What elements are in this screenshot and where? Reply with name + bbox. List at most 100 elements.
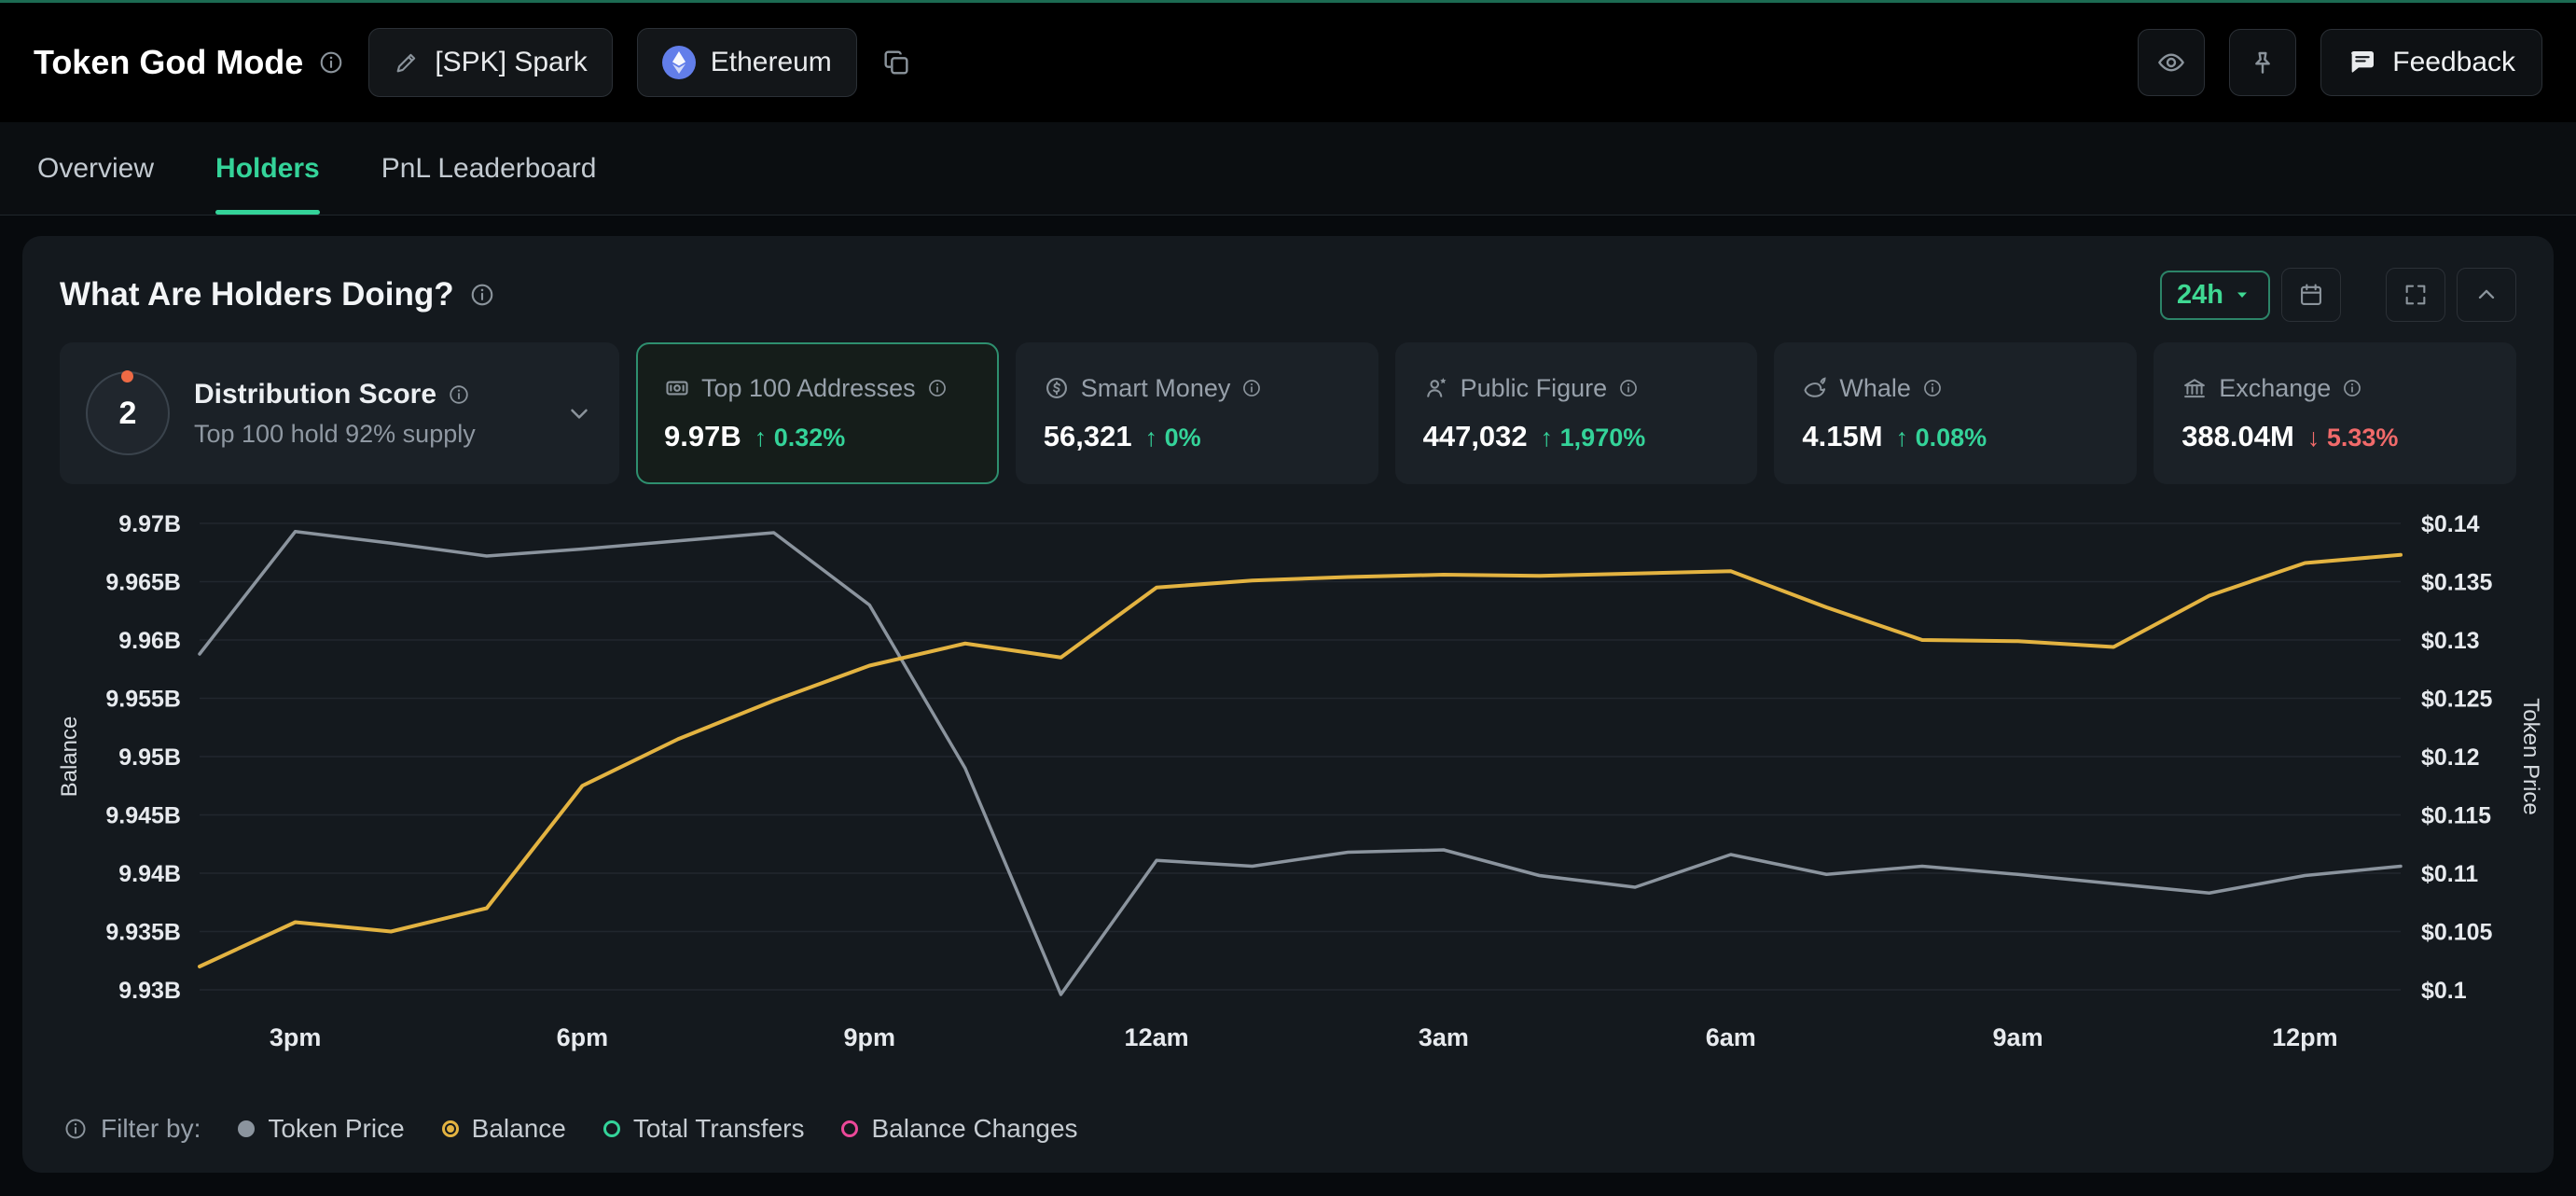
stat-card-exchange[interactable]: Exchange 388.04M ↓ 5.33% — [2154, 342, 2516, 484]
fullscreen-button[interactable] — [2386, 268, 2445, 322]
whale-icon — [1802, 375, 1828, 401]
info-icon[interactable] — [469, 282, 495, 308]
stat-cards-row: 2 Distribution Score Top 100 hold 92% su… — [22, 329, 2554, 484]
right-axis-tick: $0.11 — [2421, 861, 2478, 887]
tab-overview[interactable]: Overview — [37, 122, 154, 215]
stat-change: ↑ 1,970% — [1541, 424, 1646, 452]
x-axis-tick: 12pm — [2272, 1023, 2338, 1051]
feedback-button[interactable]: Feedback — [2320, 29, 2542, 96]
stat-value: 4.15M — [1802, 420, 1882, 453]
token-price-dot — [238, 1120, 255, 1137]
right-axis-tick: $0.12 — [2421, 744, 2480, 771]
stat-card-public-figure[interactable]: Public Figure 447,032 ↑ 1,970% — [1395, 342, 1758, 484]
stat-change: ↑ 0.32% — [755, 424, 846, 452]
pin-button[interactable] — [2229, 29, 2296, 96]
stat-value: 388.04M — [2181, 420, 2294, 453]
left-axis-tick: 9.97B — [118, 511, 181, 537]
chevron-down-icon[interactable] — [565, 399, 593, 427]
right-axis-tick: $0.105 — [2421, 920, 2493, 946]
chevron-up-icon — [2473, 282, 2500, 308]
info-icon[interactable] — [2342, 378, 2362, 398]
distribution-score-card[interactable]: 2 Distribution Score Top 100 hold 92% su… — [60, 342, 619, 484]
eye-icon — [2156, 48, 2186, 77]
token-selector-pill[interactable]: [SPK] Spark — [368, 28, 612, 97]
info-icon[interactable] — [448, 383, 470, 406]
pencil-icon — [394, 49, 420, 76]
legend-item[interactable]: Total Transfers — [603, 1114, 805, 1144]
main-content: What Are Holders Doing? 24h — [0, 216, 2576, 1193]
legend-item-label: Balance — [472, 1114, 566, 1144]
x-axis-tick: 9am — [1993, 1023, 2043, 1051]
timeframe-dropdown[interactable]: 24h — [2160, 271, 2270, 320]
legend-item-label: Token Price — [268, 1114, 404, 1144]
legend-item-label: Balance Changes — [871, 1114, 1077, 1144]
info-icon[interactable] — [318, 49, 344, 76]
ethereum-icon — [662, 46, 696, 79]
stat-change: ↑ 0.08% — [1896, 424, 1987, 452]
info-icon[interactable] — [1922, 378, 1943, 398]
stat-value: 9.97B — [664, 420, 741, 453]
left-axis-tick: 9.935B — [105, 920, 181, 946]
copy-address-icon[interactable] — [881, 48, 911, 77]
stat-label: Whale — [1839, 374, 1911, 403]
left-axis-tick: 9.95B — [118, 744, 181, 771]
left-axis-tick: 9.96B — [118, 628, 181, 654]
left-axis-tick: 9.94B — [118, 861, 181, 887]
x-axis-tick: 12am — [1125, 1023, 1189, 1051]
stat-change: ↑ 0% — [1145, 424, 1201, 452]
stat-value: 56,321 — [1044, 420, 1132, 453]
total-transfers-dot — [603, 1120, 620, 1137]
info-icon[interactable] — [1241, 378, 1262, 398]
legend-item[interactable]: Token Price — [238, 1114, 404, 1144]
caret-down-icon — [2231, 284, 2253, 306]
x-axis-tick: 9pm — [843, 1023, 895, 1051]
token-price-line — [200, 532, 2401, 994]
left-axis-tick: 9.93B — [118, 978, 181, 1004]
stat-card-top-100-addresses[interactable]: Top 100 Addresses 9.97B ↑ 0.32% — [636, 342, 999, 484]
right-axis-tick: $0.1 — [2421, 978, 2467, 1004]
distribution-score-value: 2 — [119, 396, 137, 432]
info-icon[interactable] — [63, 1117, 88, 1141]
calendar-button[interactable] — [2281, 268, 2341, 322]
panel-controls: 24h — [2160, 268, 2516, 322]
balance-line — [200, 555, 2401, 967]
panel-header: What Are Holders Doing? 24h — [22, 236, 2554, 329]
stat-card-whale[interactable]: Whale 4.15M ↑ 0.08% — [1774, 342, 2137, 484]
feedback-label: Feedback — [2392, 47, 2515, 78]
tab-bar: Overview Holders PnL Leaderboard — [0, 122, 2576, 216]
right-axis-tick: $0.125 — [2421, 687, 2493, 713]
stat-value: 447,032 — [1423, 420, 1528, 453]
collapse-button[interactable] — [2457, 268, 2516, 322]
chain-selector-pill[interactable]: Ethereum — [637, 28, 857, 97]
coin-icon — [1044, 375, 1070, 401]
tab-holders[interactable]: Holders — [215, 122, 320, 215]
bank-icon — [2181, 375, 2208, 401]
timeframe-label: 24h — [2177, 280, 2223, 311]
tab-pnl-leaderboard[interactable]: PnL Leaderboard — [381, 122, 597, 215]
calendar-icon — [2298, 282, 2324, 308]
holders-chart-area: 9.93B9.935B9.94B9.945B9.95B9.955B9.96B9.… — [22, 497, 2554, 1099]
legend-filter-label: Filter by: — [101, 1114, 201, 1144]
legend-item[interactable]: Balance Changes — [841, 1114, 1077, 1144]
fullscreen-icon — [2403, 282, 2429, 308]
person-star-icon — [1423, 375, 1449, 401]
top-bar: Token God Mode [SPK] Spark Ethereum Feed… — [0, 3, 2576, 122]
x-axis-tick: 6am — [1706, 1023, 1756, 1051]
info-icon[interactable] — [1618, 378, 1639, 398]
token-selector-label: [SPK] Spark — [435, 47, 587, 78]
panel-title-row: What Are Holders Doing? — [60, 276, 495, 313]
stat-label: Exchange — [2219, 374, 2331, 403]
stat-change: ↓ 5.33% — [2307, 424, 2399, 452]
x-axis-tick: 6pm — [557, 1023, 609, 1051]
pin-icon — [2248, 48, 2278, 77]
stat-card-smart-money[interactable]: Smart Money 56,321 ↑ 0% — [1016, 342, 1378, 484]
left-axis-tick: 9.965B — [105, 570, 181, 596]
right-axis-tick: $0.13 — [2421, 628, 2480, 654]
chain-selector-label: Ethereum — [711, 47, 832, 78]
stat-label: Top 100 Addresses — [701, 374, 916, 403]
watchlist-button[interactable] — [2138, 29, 2205, 96]
legend-item[interactable]: Balance — [442, 1114, 566, 1144]
x-axis-tick: 3pm — [270, 1023, 322, 1051]
info-icon[interactable] — [927, 378, 948, 398]
legend-item-label: Total Transfers — [633, 1114, 805, 1144]
